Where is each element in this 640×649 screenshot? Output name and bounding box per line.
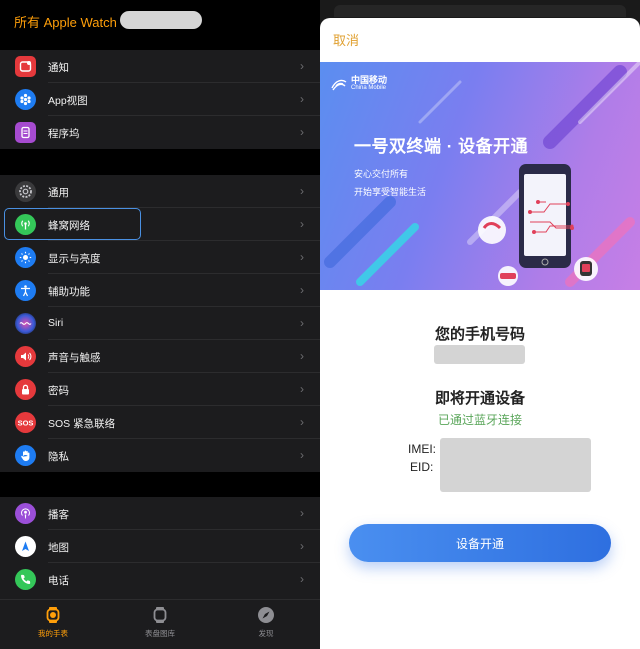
settings-group-3: 播客 › 地图 › 电话 › — [0, 497, 320, 599]
bluetooth-status: 已通过蓝牙连接 — [437, 413, 522, 427]
eid-label: EID: — [410, 460, 434, 474]
watch-header: 所有 Apple Watch — [0, 0, 320, 38]
row-phone[interactable]: 电话 › — [0, 563, 320, 596]
dock-icon — [15, 122, 36, 143]
all-watches-title[interactable]: 所有 Apple Watch — [14, 12, 117, 31]
chevron-right-icon: › — [300, 283, 304, 297]
chevron-right-icon: › — [300, 125, 304, 139]
chevron-right-icon: › — [300, 506, 304, 520]
sos-icon: SOS — [15, 412, 36, 433]
row-label: 程序坞 — [48, 128, 80, 140]
row-sound-haptics[interactable]: 声音与触感 › — [0, 340, 320, 373]
brand-name: 中国移动 — [351, 75, 388, 85]
chevron-right-icon: › — [300, 250, 304, 264]
chevron-right-icon: › — [300, 349, 304, 363]
row-privacy[interactable]: 隐私 › — [0, 439, 320, 472]
chevron-right-icon: › — [300, 184, 304, 198]
hand-icon — [15, 445, 36, 466]
banner-subtitle-1: 安心交付所有 — [354, 169, 409, 179]
tab-label: 表盘图库 — [145, 629, 175, 638]
cellular-highlight-box — [4, 208, 141, 240]
row-emergency-sos[interactable]: SOS SOS 紧急联络 › — [0, 406, 320, 439]
brightness-icon — [15, 247, 36, 268]
row-label: 地图 — [48, 542, 69, 554]
tab-face-gallery[interactable]: 表盘图库 — [120, 606, 200, 639]
row-general[interactable]: 通用 › — [0, 175, 320, 208]
chevron-right-icon: › — [300, 316, 304, 330]
compass-icon — [257, 606, 275, 624]
tab-discover[interactable]: 发现 — [226, 606, 306, 639]
row-label: 声音与触感 — [48, 352, 101, 364]
row-maps[interactable]: 地图 › — [0, 530, 320, 563]
banner-subtitle-2: 开始享受智能生活 — [354, 187, 427, 197]
chevron-right-icon: › — [300, 415, 304, 429]
activation-pane: 取消 中国移动 China Mobile 一号双终端 · 设备开通 安心交付所有… — [320, 0, 640, 649]
siri-icon — [15, 313, 36, 334]
row-label: 辅助功能 — [48, 286, 90, 298]
row-label: 播客 — [48, 509, 69, 521]
tab-label: 发现 — [258, 629, 274, 638]
chevron-right-icon: › — [300, 92, 304, 106]
row-label: 电话 — [48, 575, 69, 587]
chevron-right-icon: › — [300, 382, 304, 396]
settings-group-1: 通知 › App视图 › 程序坞 › — [0, 50, 320, 149]
row-accessibility[interactable]: 辅助功能 › — [0, 274, 320, 307]
podcast-icon — [15, 503, 36, 524]
watch-icon — [44, 606, 62, 624]
promo-banner: 中国移动 China Mobile 一号双终端 · 设备开通 安心交付所有 开始… — [320, 62, 640, 290]
banner-title: 一号双终端 · 设备开通 — [354, 137, 529, 156]
activation-sheet: 取消 中国移动 China Mobile 一号双终端 · 设备开通 安心交付所有… — [320, 18, 640, 649]
activate-device-button[interactable]: 设备开通 — [349, 524, 611, 562]
china-mobile-logo: 中国移动 China Mobile — [330, 76, 387, 91]
row-label: 密码 — [48, 385, 69, 397]
device-ids-redacted — [440, 438, 591, 492]
phone-number-redacted — [434, 345, 525, 364]
phone-number-title: 您的手机号码 — [434, 326, 525, 343]
row-label: 隐私 — [48, 451, 69, 463]
imei-label: IMEI: — [408, 442, 437, 456]
watchface-icon — [151, 606, 169, 624]
row-dock[interactable]: 程序坞 › — [0, 116, 320, 149]
tab-label: 我的手表 — [38, 629, 68, 638]
lock-icon — [15, 379, 36, 400]
row-display-brightness[interactable]: 显示与亮度 › — [0, 241, 320, 274]
background-sheet-edge — [334, 5, 626, 17]
row-app-view[interactable]: App视图 › — [0, 83, 320, 116]
accessibility-icon — [15, 280, 36, 301]
chevron-right-icon: › — [300, 448, 304, 462]
chevron-right-icon: › — [300, 217, 304, 231]
app-grid-icon — [15, 89, 36, 110]
sound-icon — [15, 346, 36, 367]
row-label: App视图 — [48, 95, 88, 107]
cancel-button[interactable]: 取消 — [333, 30, 359, 49]
row-label: Siri — [48, 317, 64, 329]
device-title: 即将开通设备 — [434, 390, 525, 407]
row-label: SOS 紧急联络 — [48, 418, 116, 430]
watch-name-redacted — [120, 11, 202, 29]
row-label: 通知 — [48, 62, 69, 74]
maps-icon — [15, 536, 36, 557]
row-passcode[interactable]: 密码 › — [0, 373, 320, 406]
tab-bar: 我的手表 表盘图库 发现 — [0, 599, 320, 649]
gear-icon — [15, 181, 36, 202]
notification-icon — [15, 56, 36, 77]
phone-illustration — [519, 164, 574, 268]
brand-name-en: China Mobile — [351, 85, 387, 91]
chevron-right-icon: › — [300, 572, 304, 586]
chevron-right-icon: › — [300, 539, 304, 553]
phone-icon — [15, 569, 36, 590]
svg-text:SOS: SOS — [18, 419, 34, 428]
row-notifications[interactable]: 通知 › — [0, 50, 320, 83]
row-label: 显示与亮度 — [48, 253, 101, 265]
chevron-right-icon: › — [300, 59, 304, 73]
watch-settings-pane: 所有 Apple Watch 通知 › App视图 › 程序坞 › 通用 › 蜂… — [0, 0, 320, 649]
row-podcasts[interactable]: 播客 › — [0, 497, 320, 530]
row-label: 通用 — [48, 187, 69, 199]
tab-my-watch[interactable]: 我的手表 — [13, 606, 93, 639]
row-siri[interactable]: Siri › — [0, 307, 320, 340]
